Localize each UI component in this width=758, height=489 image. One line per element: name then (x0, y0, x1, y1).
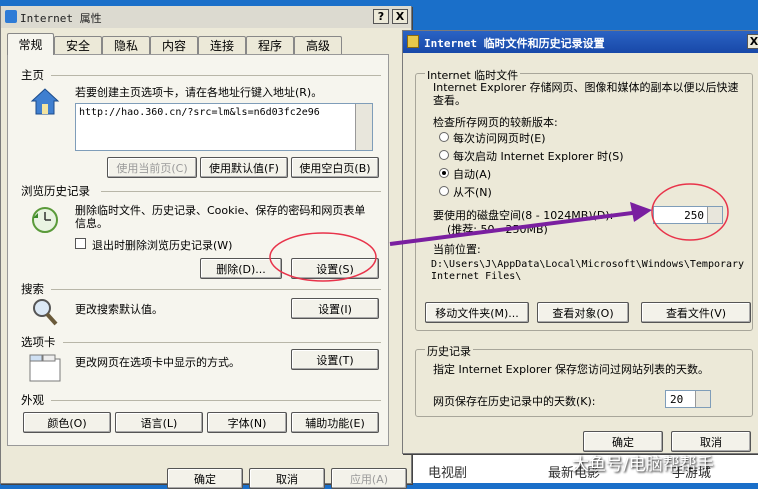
use-blank-button[interactable]: 使用空白页(B) (291, 157, 379, 178)
tab-advanced[interactable]: 高级 (294, 36, 342, 54)
internet-options-window: Internet 属性 ? X 常规 安全 隐私 内容 连接 程序 高级 主页 … (0, 6, 412, 489)
history-days-spin-arrows[interactable] (695, 391, 710, 407)
check-newer-label: 检查所存网页的较新版本: (433, 116, 558, 129)
tab-privacy[interactable]: 隐私 (102, 36, 150, 54)
history-days-spinbox[interactable]: 20 (665, 390, 711, 408)
apply-button[interactable]: 应用(A) (331, 468, 407, 489)
temp-files-group (415, 73, 753, 331)
settings-cancel-button[interactable]: 取消 (671, 431, 751, 452)
history-group-title: 历史记录 (425, 343, 473, 359)
home-description: 若要创建主页选项卡，请在各地址行键入地址(R)。 (75, 86, 323, 99)
delete-on-exit-label: 退出时删除浏览历史记录(W) (92, 239, 233, 252)
cancel-button[interactable]: 取消 (249, 468, 325, 489)
help-button[interactable]: ? (373, 9, 389, 24)
history-section-title: 浏览历史记录 (21, 184, 90, 198)
home-url-textarea[interactable]: http://hao.360.cn/?src=lm&ls=n6d03fc2e96 (75, 103, 373, 151)
home-icon (29, 86, 61, 118)
delete-on-exit-checkbox[interactable] (75, 238, 86, 249)
current-location-path: D:\Users\J\AppData\Local\Microsoft\Windo… (431, 259, 745, 282)
background-text-tv: 电视剧 (428, 466, 468, 481)
tab-programs[interactable]: 程序 (246, 36, 294, 54)
view-files-button[interactable]: 查看文件(V) (641, 302, 751, 323)
delete-history-button[interactable]: 删除(D)... (200, 258, 282, 279)
tabs-divider (63, 342, 381, 343)
search-divider (51, 289, 381, 290)
settings-ok-button[interactable]: 确定 (583, 431, 663, 452)
ie-icon (5, 10, 17, 23)
close-button[interactable]: X (392, 9, 408, 24)
disk-space-hint: (推荐: 50 - 250MB) (447, 223, 548, 236)
appearance-section-title: 外观 (21, 393, 44, 407)
radio-every-start-label: 每次启动 Internet Explorer 时(S) (453, 150, 624, 163)
settings-close-button[interactable]: X (747, 34, 758, 49)
home-section-title: 主页 (21, 68, 44, 82)
disk-space-spinbox[interactable]: 250 (653, 206, 723, 224)
radio-every-visit[interactable] (439, 132, 449, 142)
url-scrollbar[interactable] (355, 104, 372, 150)
temp-files-settings-window: Internet 临时文件和历史记录设置 X Internet 临时文件 Int… (402, 30, 758, 454)
use-default-button[interactable]: 使用默认值(F) (200, 157, 288, 178)
history-days-label: 网页保存在历史记录中的天数(K): (433, 395, 596, 408)
radio-never[interactable] (439, 186, 449, 196)
fonts-button[interactable]: 字体(N) (207, 412, 287, 433)
disk-space-spin-arrows[interactable] (707, 207, 722, 223)
disk-space-value: 250 (684, 209, 704, 222)
appearance-divider (51, 400, 381, 401)
languages-button[interactable]: 语言(L) (115, 412, 203, 433)
tab-content[interactable]: 内容 (150, 36, 198, 54)
home-divider (51, 75, 381, 76)
magnifier-icon (29, 296, 61, 328)
search-description: 更改搜索默认值。 (75, 303, 163, 316)
history-group-description: 指定 Internet Explorer 保存您访问过网站列表的天数。 (433, 363, 709, 376)
tabs-window-icon (29, 354, 61, 382)
history-divider (101, 191, 381, 192)
settings-window-icon (407, 35, 419, 48)
tabs-section-title: 选项卡 (21, 335, 56, 349)
radio-every-start[interactable] (439, 150, 449, 160)
title-bar-active[interactable]: Internet 临时文件和历史记录设置 (403, 31, 758, 53)
history-settings-button[interactable]: 设置(S) (291, 258, 379, 279)
temp-files-description: Internet Explorer 存储网页、图像和媒体的副本以便以后快速查看。 (433, 81, 739, 107)
watermark: 大鱼号/电脑帮帮手 (572, 455, 714, 475)
home-url-text: http://hao.360.cn/?src=lm&ls=n6d03fc2e96 (79, 107, 320, 118)
search-settings-button[interactable]: 设置(I) (291, 298, 379, 319)
view-objects-button[interactable]: 查看对象(O) (537, 302, 629, 323)
move-folder-button[interactable]: 移动文件夹(M)... (425, 302, 529, 323)
radio-automatic-label: 自动(A) (453, 168, 492, 181)
ok-button[interactable]: 确定 (167, 468, 243, 489)
radio-never-label: 从不(N) (453, 186, 492, 199)
accessibility-button[interactable]: 辅助功能(E) (291, 412, 379, 433)
radio-automatic[interactable] (439, 168, 449, 178)
search-section-title: 搜索 (21, 282, 44, 296)
tabs-description: 更改网页在选项卡中显示的方式。 (75, 356, 240, 369)
history-clock-icon (29, 204, 61, 236)
tab-security[interactable]: 安全 (54, 36, 102, 54)
tab-connections[interactable]: 连接 (198, 36, 246, 54)
radio-every-visit-label: 每次访问网页时(E) (453, 132, 546, 145)
colors-button[interactable]: 颜色(O) (23, 412, 111, 433)
tabs-settings-button[interactable]: 设置(T) (291, 349, 379, 370)
tab-general[interactable]: 常规 (7, 33, 54, 55)
title-bar[interactable]: Internet 属性 (1, 6, 411, 28)
current-location-label: 当前位置: (433, 243, 481, 256)
settings-window-title: Internet 临时文件和历史记录设置 (424, 37, 605, 50)
window-title: Internet 属性 (20, 12, 102, 25)
use-current-button[interactable]: 使用当前页(C) (107, 157, 197, 178)
history-days-value: 20 (670, 393, 684, 406)
history-description-line1: 删除临时文件、历史记录、Cookie、保存的密码和网页表单信息。 (75, 204, 366, 230)
